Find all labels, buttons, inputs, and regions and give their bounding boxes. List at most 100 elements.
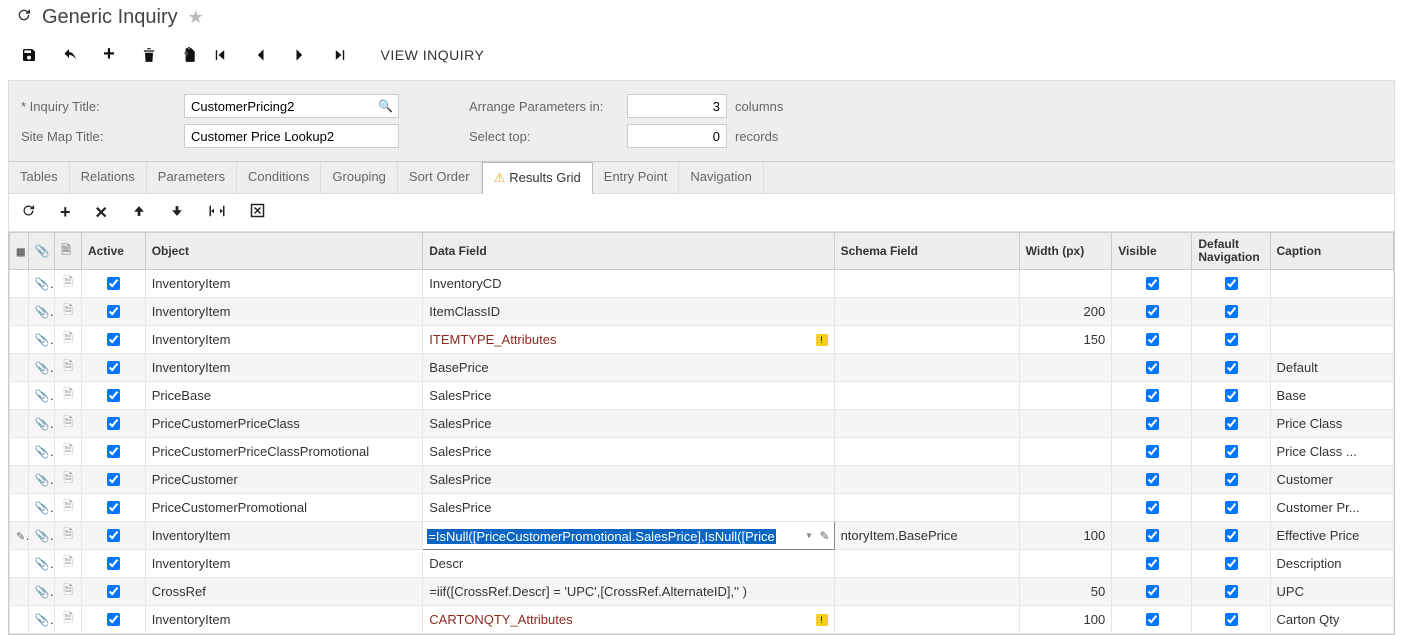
attachment-cell[interactable]: 📎 [28,606,55,634]
col-default-nav[interactable]: Default Navigation [1192,233,1270,270]
active-cell[interactable] [81,494,145,522]
data-field-cell[interactable]: SalesPrice [423,382,834,410]
schema-field-cell[interactable] [834,382,1019,410]
active-cell[interactable] [81,606,145,634]
default-nav-cell[interactable] [1192,354,1270,382]
grid-move-up-icon[interactable] [132,204,146,222]
active-cell[interactable] [81,410,145,438]
width-cell[interactable] [1019,410,1112,438]
col-width[interactable]: Width (px) [1019,233,1112,270]
visible-checkbox[interactable] [1146,417,1159,430]
caption-cell[interactable]: Price Class ... [1270,438,1393,466]
active-checkbox[interactable] [107,473,120,486]
row-selector[interactable] [10,438,29,466]
table-row[interactable]: 📎🗎PriceCustomerPriceClassSalesPricePrice… [10,410,1394,438]
grid-export-icon[interactable] [250,203,265,222]
visible-cell[interactable] [1112,326,1192,354]
visible-cell[interactable] [1112,550,1192,578]
visible-checkbox[interactable] [1146,361,1159,374]
active-checkbox[interactable] [107,585,120,598]
object-cell[interactable]: InventoryItem [145,326,423,354]
active-cell[interactable] [81,270,145,298]
width-cell[interactable] [1019,438,1112,466]
data-field-cell[interactable]: Descr [423,550,834,578]
note-cell[interactable]: 🗎 [55,494,82,522]
object-cell[interactable]: InventoryItem [145,270,423,298]
active-checkbox[interactable] [107,445,120,458]
active-cell[interactable] [81,326,145,354]
attachment-cell[interactable]: 📎 [28,410,55,438]
col-caption[interactable]: Caption [1270,233,1393,270]
default-nav-cell[interactable] [1192,298,1270,326]
visible-cell[interactable] [1112,298,1192,326]
table-row[interactable]: 📎🗎InventoryItemITEMTYPE_Attributes!150 [10,326,1394,354]
data-field-cell[interactable]: SalesPrice [423,494,834,522]
visible-cell[interactable] [1112,578,1192,606]
object-cell[interactable]: PriceBase [145,382,423,410]
visible-checkbox[interactable] [1146,333,1159,346]
col-active[interactable]: Active [81,233,145,270]
caption-cell[interactable]: Default [1270,354,1393,382]
schema-field-cell[interactable]: ntoryItem.BasePrice [834,522,1019,550]
default-nav-cell[interactable] [1192,270,1270,298]
default-nav-checkbox[interactable] [1225,305,1238,318]
active-cell[interactable] [81,354,145,382]
attachment-cell[interactable]: 📎 [28,578,55,606]
note-cell[interactable]: 🗎 [55,410,82,438]
clipboard-dropdown-icon[interactable]: ▾ [184,49,189,60]
active-checkbox[interactable] [107,557,120,570]
row-selector[interactable] [10,494,29,522]
note-cell[interactable]: 🗎 [55,522,82,550]
schema-field-cell[interactable] [834,550,1019,578]
tab-navigation[interactable]: Navigation [679,162,763,193]
prev-page-icon[interactable] [251,48,269,62]
col-rowselect[interactable]: ▦ [10,233,29,270]
refresh-icon[interactable] [16,7,32,28]
default-nav-checkbox[interactable] [1225,473,1238,486]
caption-cell[interactable]: UPC [1270,578,1393,606]
dropdown-icon[interactable]: ▾ [807,530,812,541]
caption-cell[interactable] [1270,298,1393,326]
tab-parameters[interactable]: Parameters [147,162,237,193]
active-cell[interactable] [81,438,145,466]
active-cell[interactable] [81,550,145,578]
schema-field-cell[interactable] [834,410,1019,438]
active-checkbox[interactable] [107,501,120,514]
default-nav-checkbox[interactable] [1225,501,1238,514]
table-row[interactable]: 📎🗎PriceCustomerPriceClassPromotionalSale… [10,438,1394,466]
schema-field-cell[interactable] [834,298,1019,326]
col-data-field[interactable]: Data Field [423,233,834,270]
data-field-cell[interactable]: SalesPrice [423,438,834,466]
visible-cell[interactable] [1112,606,1192,634]
tab-sort-order[interactable]: Sort Order [398,162,482,193]
tab-relations[interactable]: Relations [70,162,147,193]
tab-entry-point[interactable]: Entry Point [593,162,680,193]
grid-add-icon[interactable]: + [60,202,71,223]
col-object[interactable]: Object [145,233,423,270]
attachment-cell[interactable]: 📎 [28,382,55,410]
arrange-columns-input[interactable] [627,94,727,118]
default-nav-cell[interactable] [1192,326,1270,354]
object-cell[interactable]: CrossRef [145,578,423,606]
default-nav-cell[interactable] [1192,466,1270,494]
row-selector[interactable] [10,298,29,326]
object-cell[interactable]: InventoryItem [145,550,423,578]
sitemap-title-input[interactable] [184,124,399,148]
table-row[interactable]: 📎🗎InventoryItemBasePriceDefault [10,354,1394,382]
active-cell[interactable] [81,466,145,494]
schema-field-cell[interactable] [834,326,1019,354]
visible-cell[interactable] [1112,466,1192,494]
table-row[interactable]: 📎🗎InventoryItemDescrDescription [10,550,1394,578]
caption-cell[interactable]: Customer [1270,466,1393,494]
table-row[interactable]: 📎🗎InventoryItemCARTONQTY_Attributes!100C… [10,606,1394,634]
add-icon[interactable]: + [100,43,118,66]
note-cell[interactable]: 🗎 [55,550,82,578]
favorite-icon[interactable]: ★ [188,7,204,28]
visible-checkbox[interactable] [1146,473,1159,486]
caption-cell[interactable]: Price Class [1270,410,1393,438]
object-cell[interactable]: InventoryItem [145,298,423,326]
table-row[interactable]: ✎📎🗎InventoryItem=IsNull([PriceCustomerPr… [10,522,1394,550]
save-icon[interactable] [20,47,38,63]
default-nav-cell[interactable] [1192,550,1270,578]
next-page-icon[interactable] [291,48,309,62]
